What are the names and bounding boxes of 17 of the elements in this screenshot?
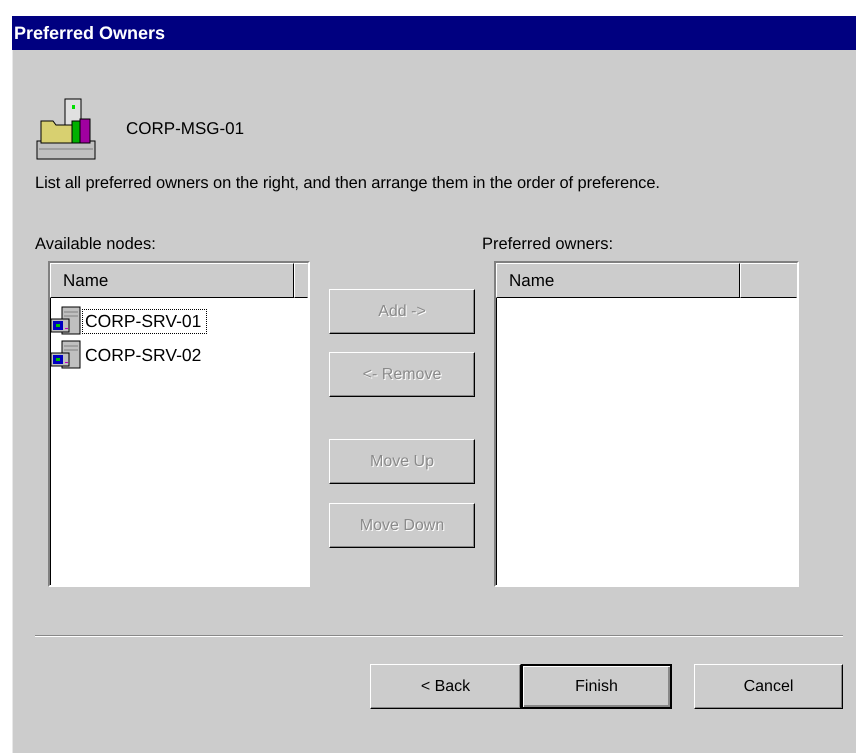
list-label: Available nodes:: [35, 235, 157, 255]
list-item[interactable]: CORP-SRV-01: [82, 308, 208, 334]
dialog-button[interactable]: < Back: [370, 664, 521, 709]
list-box[interactable]: Name CORP-SRV-01 CORP-SRV-02: [48, 261, 310, 587]
window-title: Preferred Owners: [12, 16, 856, 50]
default-button[interactable]: Finish: [521, 664, 672, 709]
dialog-button[interactable]: Cancel: [694, 664, 843, 709]
list-box[interactable]: Name: [494, 261, 799, 587]
server-computer-icon: [50, 340, 82, 370]
instructions-text: List all preferred owners on the right, and then arrange them in the order of preference.: [35, 174, 661, 193]
group-name: CORP-MSG-01: [126, 118, 244, 138]
column-header[interactable]: Name: [496, 263, 740, 298]
column-header[interactable]: Name: [50, 263, 294, 298]
server-computer-icon: [50, 306, 82, 336]
list-label: Preferred owners:: [482, 235, 614, 255]
empty-column-header: [294, 263, 308, 298]
list-item[interactable]: CORP-SRV-02: [82, 342, 208, 368]
